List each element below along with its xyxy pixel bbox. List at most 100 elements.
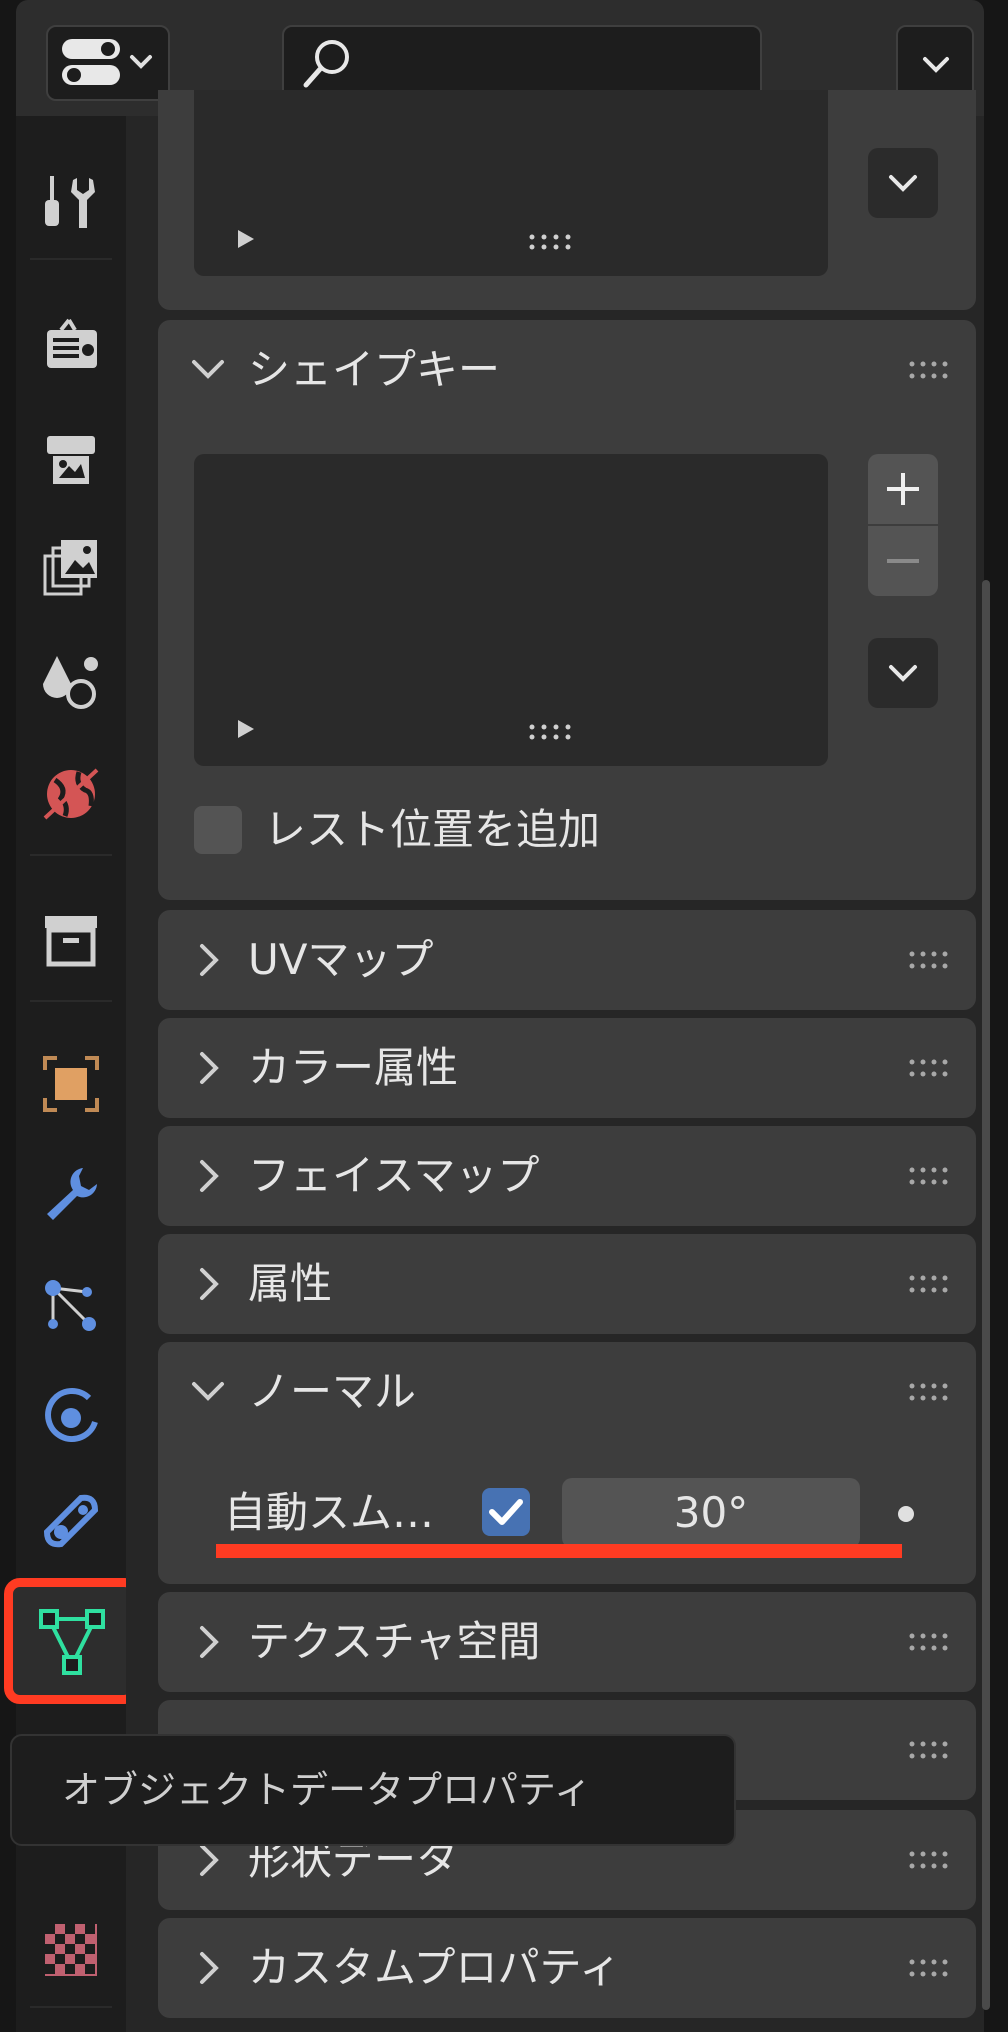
tab-tool[interactable] (16, 152, 126, 252)
panel-color-attributes: カラー属性 (158, 1018, 976, 1118)
chevron-right-icon (200, 1626, 219, 1658)
collection-icon (45, 916, 97, 967)
chevron-down-icon (889, 665, 917, 682)
auto-smooth-angle-field[interactable]: 30° (562, 1478, 860, 1548)
panel-custom-properties: カスタムプロパティ (158, 1918, 976, 2018)
tab-separator (30, 1000, 112, 1002)
constraint-icon (43, 1494, 99, 1548)
panel-attributes: 属性 (158, 1234, 976, 1334)
panel-shape-keys: シェイプキー レスト位置を追加 (158, 320, 976, 900)
chevron-right-icon (200, 1268, 219, 1300)
panel-texture-space: テクスチャ空間 (158, 1592, 976, 1692)
object-icon (43, 1056, 99, 1112)
keyframe-dot-icon[interactable] (898, 1506, 914, 1522)
search-icon (303, 40, 349, 88)
shape-keys-menu-button[interactable] (868, 638, 938, 708)
panel-header[interactable]: カスタムプロパティ (158, 1918, 976, 2018)
chevron-right-icon (200, 1952, 219, 1984)
drag-grip-icon[interactable] (908, 1956, 950, 1980)
output-icon (47, 436, 95, 484)
drag-grip-icon[interactable] (908, 1630, 950, 1654)
tab-object[interactable] (16, 1034, 126, 1134)
tab-scene[interactable] (16, 632, 126, 732)
drag-grip-icon[interactable] (908, 1848, 950, 1872)
auto-smooth-label: 自動スム… (224, 1488, 435, 1537)
scene-icon (43, 656, 98, 709)
tab-particles[interactable] (16, 1256, 126, 1356)
panel-title: UVマップ (248, 935, 434, 984)
view-layer-icon (43, 540, 97, 596)
world-icon (43, 768, 99, 820)
particles-icon (45, 1280, 96, 1331)
tool-icon (45, 176, 95, 228)
panel-header[interactable]: シェイプキー (158, 320, 976, 420)
drag-grip-icon[interactable] (908, 1738, 950, 1762)
chevron-right-icon (200, 1052, 219, 1084)
tab-separator (30, 258, 112, 260)
tab-separator (30, 2006, 112, 2008)
plus-icon (887, 473, 919, 505)
play-icon[interactable] (236, 718, 256, 740)
physics-icon (45, 1388, 98, 1442)
resize-grip-icon[interactable] (528, 722, 574, 742)
chevron-right-icon (200, 1844, 219, 1876)
play-icon[interactable] (236, 228, 256, 250)
drag-grip-icon[interactable] (908, 1380, 950, 1404)
scrollbar[interactable] (982, 580, 990, 2010)
highlight-underline (216, 1544, 902, 1558)
resize-grip-icon[interactable] (528, 232, 574, 252)
panel-face-maps: フェイスマップ (158, 1126, 976, 1226)
tab-collection[interactable] (16, 890, 126, 990)
drag-grip-icon[interactable] (908, 1272, 950, 1296)
tab-render[interactable] (16, 296, 126, 396)
chevron-down-icon (923, 57, 949, 73)
panel-header[interactable]: UVマップ (158, 910, 976, 1010)
panel-title: カラー属性 (248, 1043, 459, 1092)
tab-output[interactable] (16, 408, 126, 508)
add-rest-position-label: レスト位置を追加 (264, 805, 601, 854)
panel-header[interactable]: ノーマル (158, 1342, 976, 1442)
auto-smooth-checkbox[interactable] (482, 1488, 530, 1536)
tab-world[interactable] (16, 744, 126, 844)
tab-physics[interactable] (16, 1366, 126, 1466)
drag-grip-icon[interactable] (908, 948, 950, 972)
drag-grip-icon[interactable] (908, 1164, 950, 1188)
panel-uv-maps: UVマップ (158, 910, 976, 1010)
editor-type-button[interactable] (46, 25, 170, 101)
toggle-icon (62, 39, 152, 85)
tab-separator (30, 854, 112, 856)
tab-view-layer[interactable] (16, 518, 126, 618)
panel-header[interactable]: テクスチャ空間 (158, 1592, 976, 1692)
vertex-groups-list[interactable] (194, 90, 828, 276)
minus-icon (887, 559, 919, 563)
add-shape-key-button[interactable] (868, 454, 938, 524)
panel-title: カスタムプロパティ (248, 1943, 621, 1992)
panel-normals: ノーマル 自動スム… 30° (158, 1342, 976, 1584)
wrench-icon (47, 1168, 97, 1220)
chevron-down-icon (889, 175, 917, 192)
drag-grip-icon[interactable] (908, 358, 950, 382)
tab-constraints[interactable] (16, 1472, 126, 1572)
panel-header[interactable]: カラー属性 (158, 1018, 976, 1118)
panel-header[interactable]: 属性 (158, 1234, 976, 1334)
panel-title: シェイプキー (248, 345, 501, 394)
tab-object-data[interactable] (4, 1578, 140, 1704)
add-rest-position-checkbox[interactable] (194, 806, 242, 854)
remove-shape-key-button[interactable] (868, 526, 938, 596)
tab-modifier[interactable] (16, 1144, 126, 1244)
drag-grip-icon[interactable] (908, 1056, 950, 1080)
shape-keys-list[interactable] (194, 454, 828, 766)
panel-title: 属性 (248, 1259, 333, 1308)
panel-title: テクスチャ空間 (248, 1617, 541, 1666)
tab-texture[interactable] (16, 1900, 126, 2000)
chevron-right-icon (200, 944, 219, 976)
chevron-down-icon (192, 360, 224, 379)
mesh-data-icon (39, 1609, 105, 1675)
chevron-right-icon (200, 1160, 219, 1192)
panel-title: ノーマル (248, 1367, 417, 1416)
panel-vertex-groups-partial (158, 90, 976, 310)
vertex-groups-menu-button[interactable] (868, 148, 938, 218)
panel-header[interactable]: フェイスマップ (158, 1126, 976, 1226)
panel-title: フェイスマップ (248, 1151, 540, 1200)
properties-editor: シェイプキー レスト位置を追加 UVマップ カラー属性 フェイスマップ 属性 ノ… (0, 0, 1008, 2032)
